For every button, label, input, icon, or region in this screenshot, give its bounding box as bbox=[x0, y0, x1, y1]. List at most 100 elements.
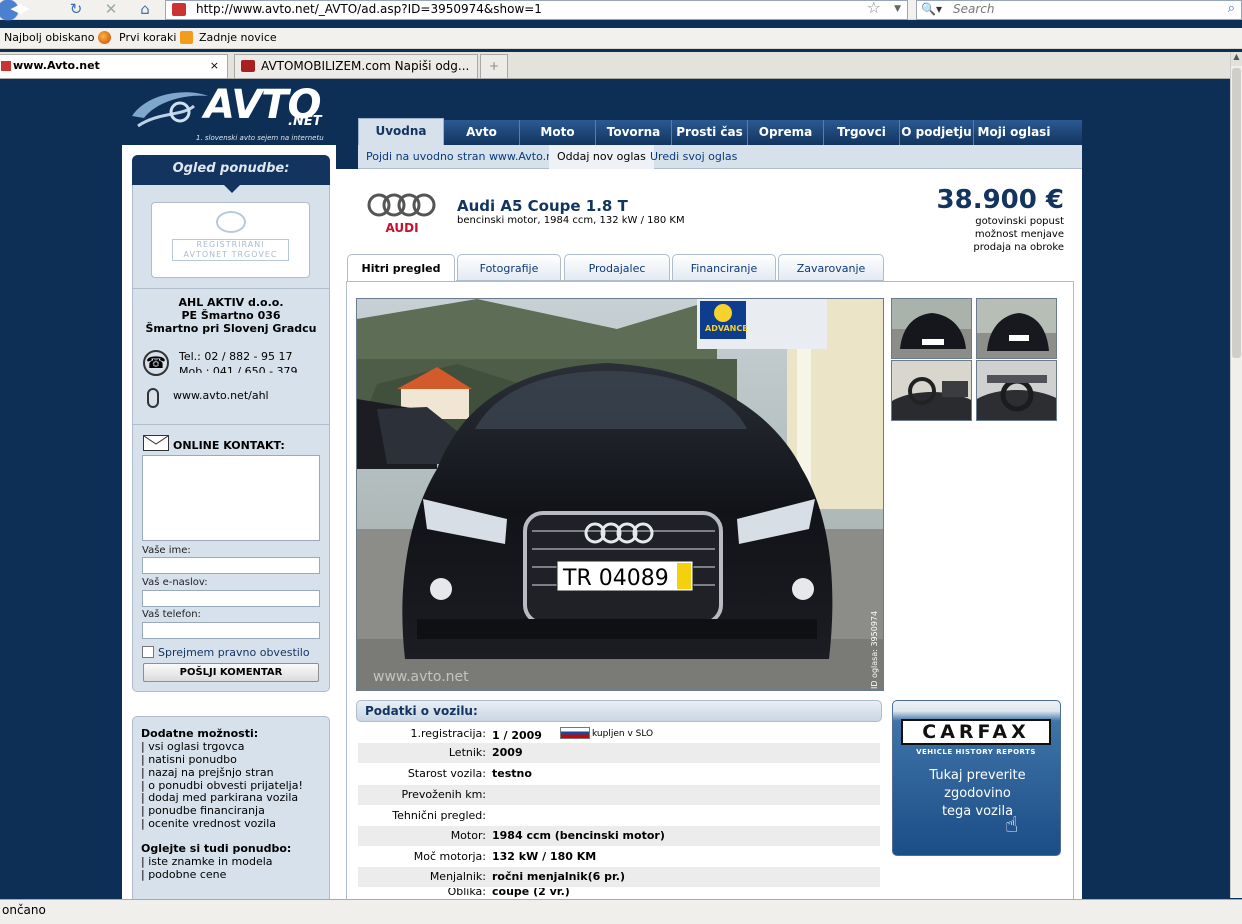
search-icon[interactable]: ⌕ bbox=[1228, 0, 1235, 17]
scroll-up-icon[interactable]: ▲ bbox=[1231, 52, 1242, 66]
photo-thumbnail[interactable] bbox=[976, 298, 1057, 359]
link-financing[interactable]: | ponudbe financiranja bbox=[141, 804, 265, 817]
tab-photos[interactable]: Fotografije bbox=[457, 254, 561, 280]
nav-tovorna[interactable]: Tovorna bbox=[596, 120, 672, 145]
site-favicon bbox=[172, 3, 186, 16]
nav-moto[interactable]: Moto bbox=[520, 120, 596, 145]
photo-thumbnail[interactable] bbox=[891, 360, 972, 421]
divider bbox=[132, 424, 330, 425]
data-value: testno bbox=[492, 767, 532, 780]
browser-tab-active[interactable]: www.Avto.net × bbox=[0, 54, 228, 78]
svg-text:ID oglasa: 3950974: ID oglasa: 3950974 bbox=[870, 611, 879, 689]
bookmark-most-visited[interactable]: Najbolj obiskano bbox=[4, 31, 94, 44]
email-field[interactable] bbox=[142, 590, 320, 607]
subnav-home-link[interactable]: Pojdi na uvodno stran www.Avto.net bbox=[358, 145, 572, 169]
data-label: Starost vozila: bbox=[407, 767, 486, 780]
envelope-icon bbox=[143, 435, 169, 451]
carfax-banner[interactable]: CARFAX VEHICLE HISTORY REPORTS Tukaj pre… bbox=[892, 700, 1061, 856]
back-icon[interactable]: ◀▸ bbox=[0, 0, 40, 21]
stop-icon[interactable]: ✕ bbox=[101, 0, 121, 20]
audi-rings-icon bbox=[367, 193, 436, 217]
message-textarea[interactable] bbox=[142, 455, 320, 541]
new-tab-button[interactable]: + bbox=[480, 54, 508, 78]
link-valuation[interactable]: | ocenite vrednost vozila bbox=[141, 817, 276, 830]
subnav-new-ad-link[interactable]: Oddaj nov oglas bbox=[549, 145, 654, 169]
phone-label: Vaš telefon: bbox=[142, 609, 201, 620]
search-input[interactable]: 🔍▾ Search ⌕ bbox=[916, 0, 1242, 20]
status-text: ončano bbox=[2, 903, 46, 917]
link-same-brand[interactable]: | iste znamke in modela bbox=[141, 855, 273, 868]
data-label: Letnik: bbox=[448, 746, 486, 759]
bookmark-getting-started[interactable]: Prvi koraki bbox=[119, 31, 176, 44]
search-engine-icon[interactable]: 🔍▾ bbox=[921, 1, 942, 18]
nav-oprema[interactable]: Oprema bbox=[748, 120, 824, 145]
tab-insurance[interactable]: Zavarovanje bbox=[778, 254, 884, 280]
data-row-engine: Motor: 1984 ccm (bencinski motor) bbox=[358, 826, 880, 846]
price: 38.900 € bbox=[936, 185, 1064, 215]
tab-close-icon[interactable]: × bbox=[210, 55, 219, 77]
data-row-age: Starost vozila: testno bbox=[358, 764, 880, 784]
home-icon[interactable]: ⌂ bbox=[135, 0, 155, 20]
logo-subtext: .NET bbox=[288, 114, 322, 129]
sidebar-header: Ogled ponudbe: bbox=[132, 155, 330, 185]
link-print-offer[interactable]: | natisni ponudbo bbox=[141, 753, 237, 766]
bookmark-star-icon[interactable]: ☆ bbox=[867, 0, 881, 16]
link-all-dealer-ads[interactable]: | vsi oglasi trgovca bbox=[141, 740, 244, 753]
browser-status-bar: ončano bbox=[0, 899, 1242, 924]
hand-pointer-icon: ☝ bbox=[1005, 813, 1019, 838]
nav-trgovci[interactable]: Trgovci bbox=[824, 120, 900, 145]
scrollbar[interactable]: ▲ bbox=[1230, 52, 1242, 898]
carfax-logo: CARFAX bbox=[901, 719, 1051, 745]
data-row-mileage: Prevoženih km: bbox=[358, 785, 880, 805]
data-row-gearbox: Menjalnik: ročni menjalnik(6 pr.) bbox=[358, 867, 880, 887]
send-comment-button[interactable]: POŠLJI KOMENTAR bbox=[143, 663, 319, 682]
link-park-vehicle[interactable]: | dodaj med parkirana vozila bbox=[141, 791, 298, 804]
name-field[interactable] bbox=[142, 557, 320, 574]
nav-o-podjetju[interactable]: O podjetju bbox=[900, 120, 974, 145]
browser-tab[interactable]: AVTOMOBILIZEM.com Napiši odg... bbox=[234, 54, 478, 78]
tab-financing[interactable]: Financiranje bbox=[672, 254, 776, 280]
legal-checkbox[interactable] bbox=[142, 646, 154, 658]
photo-thumbnail[interactable] bbox=[891, 298, 972, 359]
price-note: gotovinski popust bbox=[975, 216, 1064, 227]
email-label: Vaš e-naslov: bbox=[142, 577, 208, 588]
nav-uvodna[interactable]: Uvodna bbox=[358, 118, 444, 145]
extra-options-title: Dodatne možnosti: bbox=[141, 727, 259, 740]
dealer-mobile: Mob.: 041 / 650 - 379 bbox=[179, 365, 298, 373]
main-navigation: Uvodna Avto Moto Tovorna Prosti čas Opre… bbox=[358, 118, 1082, 145]
nav-prosti-cas[interactable]: Prosti čas bbox=[672, 120, 748, 145]
license-plate-text: TR 04089 bbox=[562, 566, 669, 591]
nav-avto[interactable]: Avto bbox=[444, 120, 520, 145]
header-pointer bbox=[224, 185, 240, 193]
browser-tab-bar: www.Avto.net × AVTOMOBILIZEM.com Napiši … bbox=[0, 52, 1242, 79]
main-car-photo[interactable]: TR 04089 www.avto.net ID oglasa: 3950974… bbox=[356, 298, 884, 691]
reload-icon[interactable]: ↻ bbox=[66, 0, 86, 20]
address-bar[interactable]: http://www.avto.net/_AVTO/ad.asp?ID=3950… bbox=[165, 0, 908, 20]
nav-moji-oglasi[interactable]: Moji oglasi bbox=[974, 120, 1054, 145]
phone-field[interactable] bbox=[142, 622, 320, 639]
subnav-edit-ad-link[interactable]: Uredi svoj oglas bbox=[642, 145, 745, 169]
scroll-thumb[interactable] bbox=[1232, 68, 1241, 358]
legal-checkbox-label[interactable]: Sprejmem pravno obvestilo bbox=[158, 646, 310, 659]
link-back[interactable]: | nazaj na prejšnjo stran bbox=[141, 766, 274, 779]
dropdown-arrow-icon[interactable]: ▼ bbox=[894, 1, 901, 18]
data-row-year: Letnik: 2009 bbox=[358, 743, 880, 763]
data-label: Moč motorja: bbox=[413, 850, 486, 863]
svg-text:ADVANCE: ADVANCE bbox=[705, 324, 748, 333]
tab-line bbox=[456, 280, 884, 281]
carfax-line: tega vozila bbox=[941, 804, 1014, 819]
audi-logo: AUDI bbox=[366, 192, 438, 235]
link-similar-price[interactable]: | podobne cene bbox=[141, 868, 226, 881]
brand-label: AUDI bbox=[385, 221, 419, 235]
mouse-icon bbox=[147, 388, 159, 408]
data-value: ročni menjalnik(6 pr.) bbox=[492, 870, 626, 883]
data-label: Prevoženih km: bbox=[401, 788, 486, 801]
tab-quick-view[interactable]: Hitri pregled bbox=[347, 254, 455, 282]
tab-seller[interactable]: Prodajalec bbox=[564, 254, 670, 280]
photo-thumbnail[interactable] bbox=[976, 360, 1057, 421]
avto-net-logo[interactable]: AVTO .NET 1. slovenski avto sejem na int… bbox=[128, 82, 338, 144]
bookmarks-toolbar: Najbolj obiskano Prvi koraki Zadnje novi… bbox=[0, 28, 1242, 49]
dealer-web-link[interactable]: www.avto.net/ahl bbox=[173, 389, 269, 402]
bookmark-latest-news[interactable]: Zadnje novice bbox=[199, 31, 277, 44]
badge-logo-icon bbox=[215, 211, 246, 233]
